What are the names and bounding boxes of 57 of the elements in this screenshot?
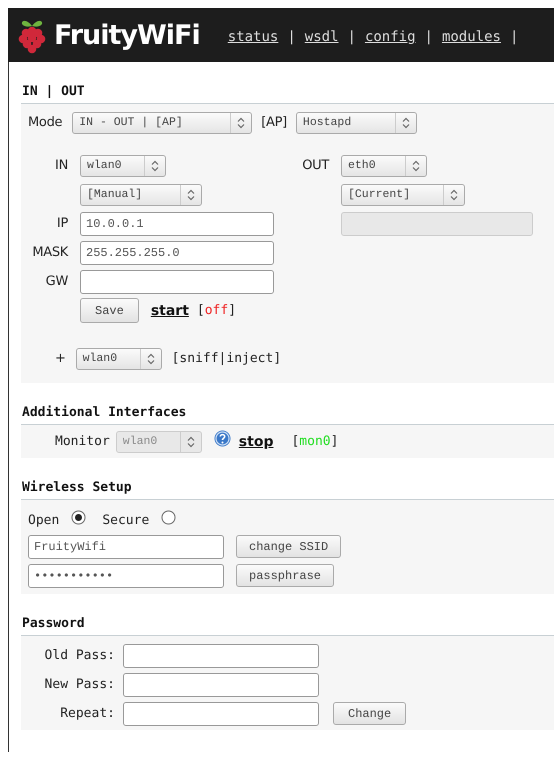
updown-icon [412, 160, 420, 172]
field-label: [AP] [261, 115, 287, 130]
ip-field[interactable]: 255.255.255.0 [80, 240, 274, 264]
change-ssid-button[interactable]: change SSID [236, 535, 342, 558]
mode-select[interactable]: IN - OUT | [AP] [72, 112, 252, 134]
help-icon[interactable] [214, 430, 231, 447]
field-label: OUT [302, 158, 329, 173]
updown-icon [450, 188, 458, 200]
password-field[interactable] [123, 672, 319, 696]
ip-field[interactable]: 10.0.0.1 [80, 212, 274, 236]
ssid-field[interactable]: FruityWifi [28, 534, 224, 558]
updown-icon [237, 116, 246, 128]
field-label: Monitor [55, 434, 110, 449]
option-label: Secure [102, 512, 150, 528]
mode-text: [sniff|inject] [172, 351, 282, 366]
updown-icon [151, 160, 159, 172]
start-link[interactable]: start [150, 302, 189, 318]
passphrase-field[interactable]: ••••••••••• [28, 564, 224, 588]
plus-label: + [55, 351, 66, 366]
updown-icon [402, 116, 410, 128]
password-field[interactable] [123, 644, 319, 668]
field-label: GW [46, 274, 68, 289]
nav-link[interactable]: modules [442, 29, 501, 45]
nav-separator: | [424, 29, 433, 45]
save-button[interactable]: Save [80, 298, 139, 323]
field-label: IN [55, 158, 68, 173]
radio-button[interactable] [71, 510, 86, 524]
method-select[interactable]: [Current] [341, 184, 465, 206]
password-field[interactable] [123, 702, 319, 726]
ap-select[interactable]: Hostapd [296, 112, 417, 134]
updown-icon [187, 188, 195, 200]
nav-link[interactable]: wsdl [304, 29, 338, 45]
updown-icon [186, 436, 195, 448]
passphrase-button[interactable]: passphrase [236, 564, 334, 587]
field-label: Old Pass: [44, 648, 115, 663]
field-label: Repeat: [60, 706, 115, 721]
nav-separator: | [348, 29, 356, 45]
method-select[interactable]: [Manual] [80, 184, 202, 206]
field-label: MASK [32, 245, 68, 260]
nav-separator: | [510, 29, 518, 45]
updown-icon [146, 352, 155, 364]
nav-link[interactable]: status [228, 29, 278, 45]
nav-link[interactable]: config [364, 29, 416, 45]
app-title: FruityWiFi [54, 20, 200, 50]
interface-select[interactable]: wlan0 [80, 154, 166, 176]
option-label: Open [28, 512, 60, 528]
radio-button[interactable] [161, 510, 176, 524]
interface-select[interactable]: wlan0 [76, 348, 162, 370]
ip-field[interactable] [80, 270, 274, 294]
field-label: New Pass: [44, 677, 115, 692]
status-text: [off] [196, 303, 236, 318]
interface-select[interactable]: eth0 [341, 154, 427, 176]
field-label: IP [56, 216, 68, 231]
status-text: [mon0] [291, 434, 338, 449]
field-label: Mode [28, 115, 62, 130]
change-button[interactable]: Change [333, 702, 406, 725]
nav-separator: | [287, 29, 296, 45]
